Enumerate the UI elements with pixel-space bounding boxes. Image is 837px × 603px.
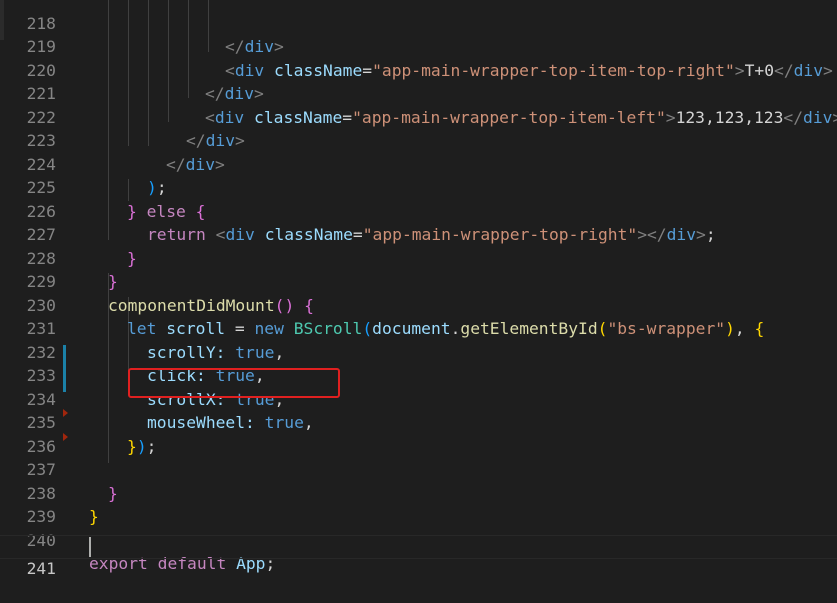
code-line[interactable]: 234 mouseWheel: true, [0,364,837,433]
code-line[interactable]: 232 click: true, [0,317,837,386]
code-line[interactable]: 230 let scroll = new BScroll(document.ge… [0,270,837,339]
code-line[interactable]: 219 <div className="app-main-wrapper-top… [0,12,837,80]
code-line[interactable]: 240 export default App; [0,505,837,574]
code-line[interactable]: 226 return <div className="app-main-wrap… [0,176,837,245]
code-line[interactable]: 223 </div> [0,106,837,174]
code-line[interactable]: 237 } [0,435,837,503]
code-line[interactable]: 218 </div> [0,0,837,57]
code-line[interactable]: 231 scrollY: true, [0,294,837,362]
code-line[interactable]: 228 } [0,223,837,292]
code-line[interactable]: 227 } [0,200,837,268]
line-number: 241 [26,558,56,578]
current-line[interactable]: 241 [0,535,837,578]
code-line[interactable]: 239 [0,482,837,526]
code-line[interactable]: 224 ); [0,129,837,198]
annotation-highlight-box [128,368,340,398]
code-line[interactable]: 225 } else { [0,153,837,221]
code-line[interactable]: 222 </div> [0,82,837,151]
code-line[interactable]: 233 scrollX: true, [0,341,837,409]
code-line[interactable]: 229 componentDidMount() { [0,247,837,315]
code-line[interactable]: 238 } [0,458,837,527]
code-line[interactable]: 221 <div className="app-main-wrapper-top… [0,59,837,127]
code-line[interactable]: 236 [0,411,837,456]
text-cursor [89,537,91,557]
code-line[interactable]: 235 }); [0,388,837,456]
code-editor[interactable]: 218 </div> 219 <div className="app-main-… [0,0,837,603]
code-line[interactable]: 220 </div> [0,35,837,104]
